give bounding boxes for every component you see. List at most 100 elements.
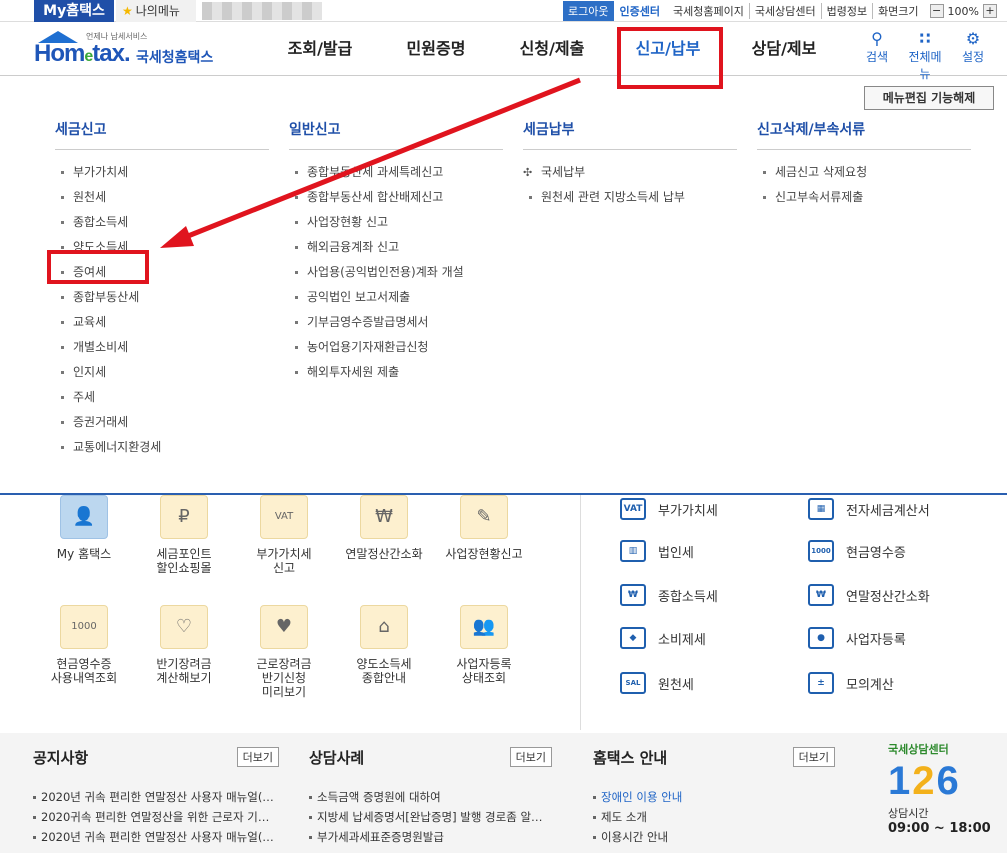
quick-business-registration-status[interactable]: 👥 사업자등록 상태조회 — [434, 605, 534, 685]
highlight-gift-tax — [47, 250, 149, 284]
menu-item-withholding[interactable]: 원천세 — [55, 185, 269, 210]
shortcut-mock-calculation[interactable]: ± 모의계산 — [808, 671, 894, 695]
zoom-control: − 100% + — [929, 4, 997, 18]
menu-item-income-tax[interactable]: 종합소득세 — [55, 210, 269, 235]
case-item[interactable]: 소득금액 증명원에 대하여 — [309, 787, 552, 807]
settings-button[interactable]: ⚙ 설정 — [951, 30, 995, 82]
menu-item-farm-refund[interactable]: 농어업용기자재환급신청 — [289, 335, 503, 360]
menu-column-tax-payment: 세금납부 국세납부 원천세 관련 지방소득세 납부 — [523, 120, 737, 210]
quick-label: 양도소득세 — [356, 657, 412, 671]
my-menu-label: 나의메뉴 — [135, 4, 180, 18]
search-label: 검색 — [865, 50, 889, 64]
receipt-icon: 1000 — [808, 540, 834, 562]
nav-civil-certificate[interactable]: 민원증명 — [378, 22, 494, 76]
money-bag-icon: ₩ — [620, 584, 646, 606]
shortcut-withholding-tax[interactable]: SAL 원천세 — [620, 671, 694, 695]
call-center-hours-label: 상담시간 — [888, 807, 929, 820]
nts-homepage-link[interactable]: 국세청홈페이지 — [668, 3, 749, 19]
case-item[interactable]: 부가세과세표준증명원발급 — [309, 827, 552, 847]
quick-business-status[interactable]: ✎ 사업장현황신고 — [434, 495, 534, 561]
users-icon: 👥 — [460, 605, 508, 649]
quick-vat-report[interactable]: VAT 부가가치세 신고 — [234, 495, 334, 575]
search-button[interactable]: ⚲ 검색 — [855, 30, 899, 82]
quick-label: My 홈택스 — [56, 547, 112, 561]
quick-transfer-tax-guide[interactable]: ⌂ 양도소득세 종합안내 — [334, 605, 434, 685]
quick-earned-income-incentive[interactable]: ♥ 근로장려금 반기신청 미리보기 — [234, 605, 334, 699]
shortcut-label: 종합소득세 — [658, 589, 718, 605]
shortcut-income-tax[interactable]: ₩ 종합소득세 — [620, 583, 718, 607]
quick-my-hometax[interactable]: 👤 My 홈택스 — [34, 495, 134, 561]
quick-half-year-incentive[interactable]: ♡ 반기장려금 계산해보기 — [134, 605, 234, 685]
shortcut-cash-receipt[interactable]: 1000 현금영수증 — [808, 539, 906, 563]
menu-item-donation-receipt[interactable]: 기부금영수증발급명세서 — [289, 310, 503, 335]
shortcut-e-tax-invoice[interactable]: ▦ 전자세금계산서 — [808, 497, 930, 521]
shortcut-corporate-tax[interactable]: ▥ 법인세 — [620, 539, 694, 563]
star-icon: ★ — [122, 4, 133, 18]
guide-item-accessibility[interactable]: 장애인 이용 안내 — [593, 787, 835, 807]
user-icon: ● — [808, 627, 834, 649]
zoom-out-button[interactable]: − — [929, 4, 944, 18]
menu-item-national-tax-payment[interactable]: 국세납부 — [523, 160, 737, 185]
cert-center-link[interactable]: 인증센터 — [620, 3, 660, 19]
shortcut-label: 연말정산간소화 — [846, 589, 930, 605]
notice-item[interactable]: 2020년 귀속 편리한 연말정산 사용자 매뉴얼(… — [33, 787, 279, 807]
guide-more-button[interactable]: 더보기 — [792, 747, 835, 767]
menu-item-property-exclusion[interactable]: 종합부동산세 합산배제신고 — [289, 185, 503, 210]
shortcut-year-end-settlement[interactable]: ₩ 연말정산간소화 — [808, 583, 930, 607]
screen-size-label: 화면크기 — [872, 3, 923, 19]
menu-item-local-income-payment[interactable]: 원천세 관련 지방소득세 납부 — [523, 185, 737, 210]
quick-label: 반기장려금 — [156, 657, 212, 671]
menu-item-vat[interactable]: 부가가치세 — [55, 160, 269, 185]
menu-item-business-status[interactable]: 사업장현황 신고 — [289, 210, 503, 235]
menu-item-liquor-tax[interactable]: 주세 — [55, 385, 269, 410]
menu-item-public-report[interactable]: 공익법인 보고서제출 — [289, 285, 503, 310]
tax-consult-center-link[interactable]: 국세상담센터 — [748, 3, 821, 19]
menu-item-stamp-tax[interactable]: 인지세 — [55, 360, 269, 385]
header-icons: ⚲ 검색 ∷ 전체메뉴 ⚙ 설정 — [851, 30, 995, 82]
menu-item-attachment-submit[interactable]: 신고부속서류제출 — [757, 185, 971, 210]
quick-tax-point-mall[interactable]: ₽ 세금포인트 할인쇼핑몰 — [134, 495, 234, 575]
nav-apply-submit[interactable]: 신청/제출 — [494, 22, 610, 76]
nav-inquiry-issue[interactable]: 조회/발급 — [262, 22, 378, 76]
guide-item-system-intro[interactable]: 제도 소개 — [593, 807, 835, 827]
cases-more-button[interactable]: 더보기 — [509, 747, 552, 767]
all-menu-button[interactable]: ∷ 전체메뉴 — [903, 30, 947, 82]
nav-consult-report[interactable]: 상담/제보 — [726, 22, 842, 76]
quick-cash-receipt[interactable]: 1000 현금영수증 사용내역조회 — [34, 605, 134, 685]
zoom-in-button[interactable]: + — [983, 4, 997, 18]
law-info-link[interactable]: 법령정보 — [820, 3, 872, 19]
menu-item-property-special[interactable]: 종합부동산세 과세특례신고 — [289, 160, 503, 185]
menu-item-delete-request[interactable]: 세금신고 삭제요청 — [757, 160, 971, 185]
shortcut-label: 소비제세 — [658, 632, 706, 648]
menu-item-overseas-investment[interactable]: 해외투자세원 제출 — [289, 360, 503, 385]
receipt-icon: 1000 — [60, 605, 108, 649]
logo-brand-part2: tax. — [92, 40, 130, 67]
menu-item-energy-tax[interactable]: 교통에너지환경세 — [55, 435, 269, 460]
hometax-guide-board: 홈택스 안내 더보기 장애인 이용 안내 제도 소개 이용시간 안내 — [593, 745, 835, 847]
case-item[interactable]: 지방세 납세증명서[완납증명] 발행 경로좀 알… — [309, 807, 552, 827]
logout-button[interactable]: 로그아웃 — [563, 1, 614, 21]
menu-item-consumption-tax[interactable]: 개별소비세 — [55, 335, 269, 360]
notice-more-button[interactable]: 더보기 — [236, 747, 279, 767]
menu-item-securities-tax[interactable]: 증권거래세 — [55, 410, 269, 435]
shortcut-vat[interactable]: VAT 부가가치세 — [620, 497, 718, 521]
menu-item-education-tax[interactable]: 교육세 — [55, 310, 269, 335]
menu-item-business-account[interactable]: 사업용(공익법인전용)계좌 개설 — [289, 260, 503, 285]
menu-item-foreign-account[interactable]: 해외금융계좌 신고 — [289, 235, 503, 260]
my-menu-tab[interactable]: ★ 나의메뉴 — [116, 0, 196, 22]
shortcut-consumption-tax[interactable]: ◆ 소비제세 — [620, 626, 706, 650]
call-center-title: 국세상담센터 — [888, 743, 949, 756]
hometax-logo[interactable]: 언제나 납세서비스 Hometax. 국세청홈택스 — [34, 28, 224, 72]
notice-item[interactable]: 2020귀속 편리한 연말정산을 위한 근로자 기… — [33, 807, 279, 827]
menu-edit-toggle-button[interactable]: 메뉴편집 기능해제 — [864, 86, 994, 110]
guide-item-hours[interactable]: 이용시간 안내 — [593, 827, 835, 847]
notice-item[interactable]: 2020년 귀속 편리한 연말정산 사용자 매뉴얼(… — [33, 827, 279, 847]
call-center-banner[interactable]: 국세상담센터 126 상담시간 09:00 ~ 18:00 — [888, 741, 998, 851]
quick-label: 현금영수증 — [56, 657, 112, 671]
quick-year-end-settlement[interactable]: ₩ 연말정산간소화 — [334, 495, 434, 561]
menu-item-comprehensive-property[interactable]: 종합부동산세 — [55, 285, 269, 310]
user-icon: 👤 — [60, 495, 108, 539]
shortcut-label: 사업자등록 — [846, 632, 906, 648]
shortcut-business-registration[interactable]: ● 사업자등록 — [808, 626, 906, 650]
my-hometax-tab[interactable]: My홈택스 — [34, 0, 114, 22]
